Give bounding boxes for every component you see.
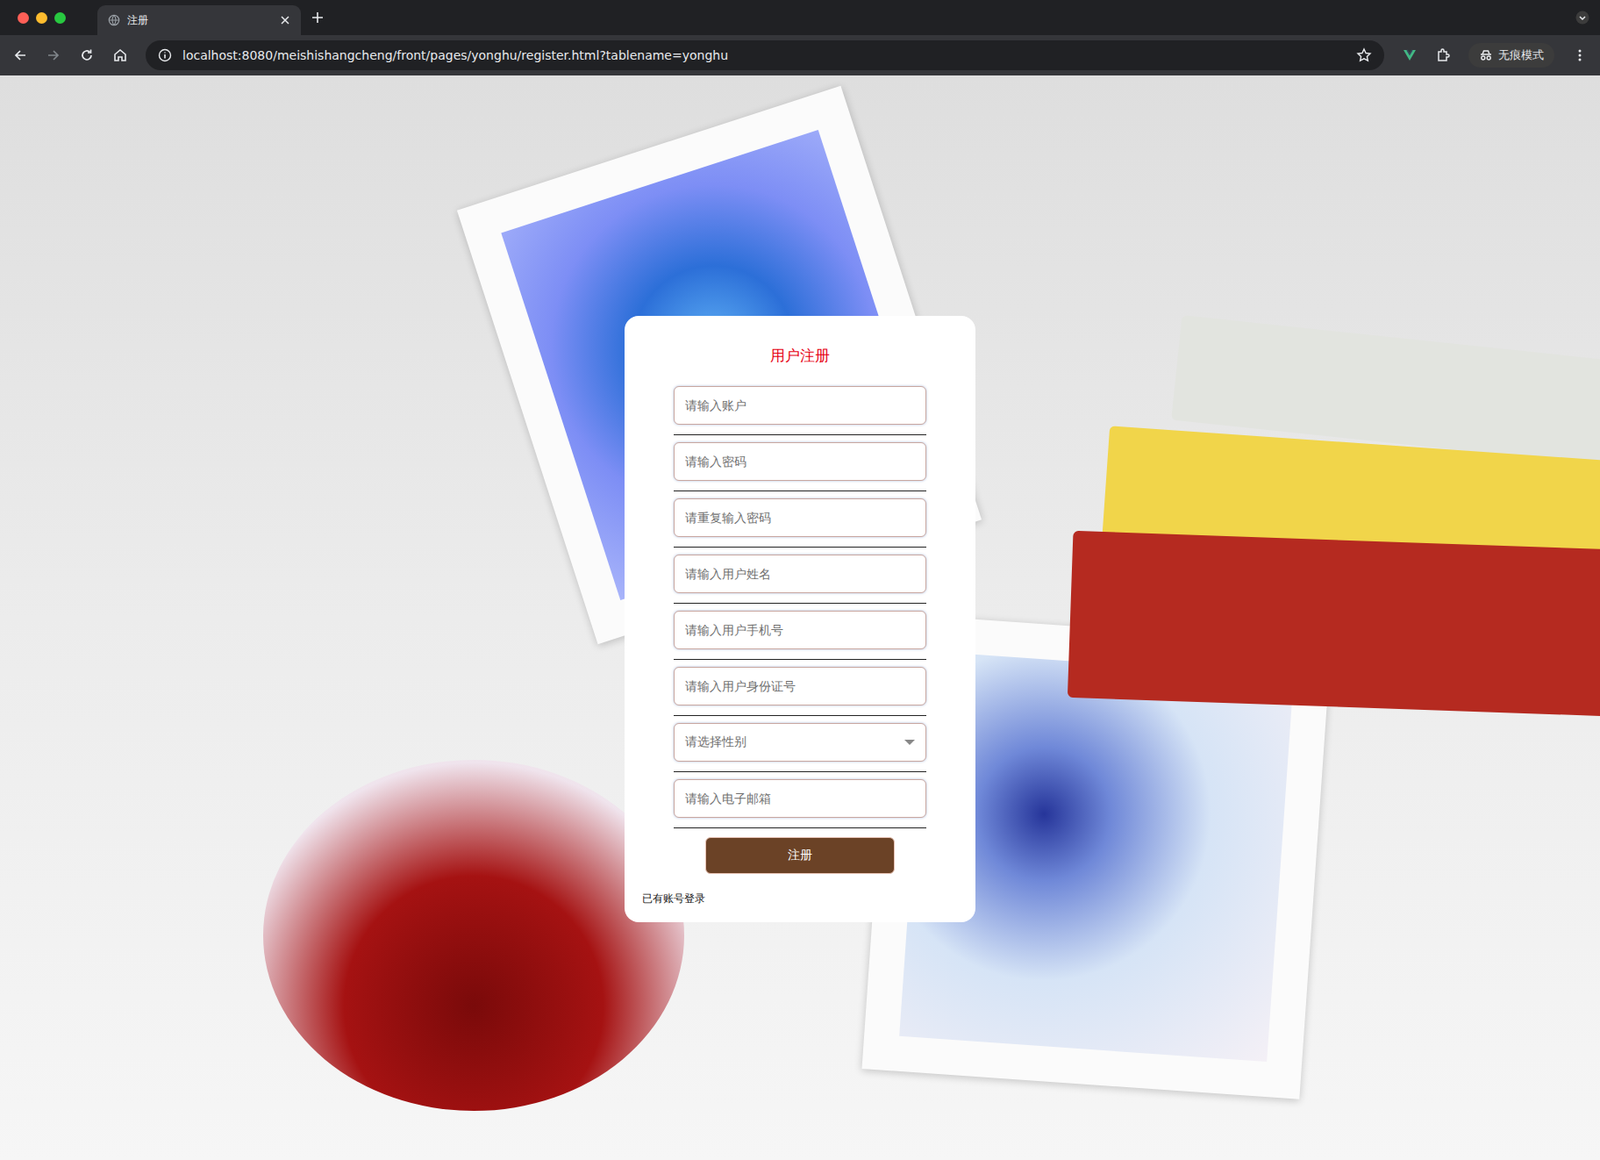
form-row [673,610,927,667]
text-input[interactable] [673,498,927,537]
form-title: 用户注册 [770,345,830,365]
form-row [673,498,927,555]
field-underline [673,546,927,548]
field-underline [673,771,927,772]
form-row [673,442,927,499]
tab-title: 注册 [127,13,273,29]
home-icon[interactable] [112,47,129,64]
form-row [673,385,927,443]
select-placeholder: 请选择性别 [685,734,747,750]
url-text: localhost:8080/meishishangcheng/front/pa… [182,48,1346,63]
extensions-icon[interactable] [1435,47,1451,64]
login-link[interactable]: 已有账号登录 [642,891,706,907]
gender-select[interactable]: 请选择性别 [673,722,927,762]
text-input[interactable] [673,442,927,481]
incognito-icon [1478,48,1493,63]
form-row: 请选择性别 [673,722,927,779]
text-input[interactable] [673,554,927,593]
new-tab-icon[interactable] [311,11,324,24]
field-underline [673,827,927,829]
dropdown-caret-icon [904,739,915,745]
field-underline [673,490,927,492]
back-icon[interactable] [12,47,29,64]
close-tab-icon[interactable] [279,14,291,26]
reload-icon[interactable] [78,47,95,64]
text-input[interactable] [673,778,927,818]
field-underline [673,602,927,604]
register-card: 用户注册请选择性别注册已有账号登录 [624,315,976,922]
register-button[interactable]: 注册 [705,836,895,874]
browser-window: 注册 localhost:8080/meishishangcheng/front/… [0,0,1600,1160]
incognito-badge[interactable]: 无痕模式 [1468,42,1555,68]
toolbar: localhost:8080/meishishangcheng/front/pa… [0,35,1600,76]
page-content: 用户注册请选择性别注册已有账号登录 [0,75,1600,1160]
tab-strip: 注册 [0,0,1600,36]
vue-devtools-icon[interactable] [1401,47,1418,64]
field-underline [673,434,927,436]
tab-search-icon[interactable] [1575,10,1590,25]
globe-icon [107,14,121,27]
form-row [673,666,927,723]
text-input[interactable] [673,385,927,425]
field-underline [673,714,927,716]
address-bar[interactable]: localhost:8080/meishishangcheng/front/pa… [145,40,1385,71]
form-row [673,554,927,611]
window-controls [17,12,66,24]
close-window-button[interactable] [17,12,29,24]
forward-icon[interactable] [45,47,62,64]
field-underline [673,658,927,660]
minimize-window-button[interactable] [35,12,48,24]
browser-tab[interactable]: 注册 [97,5,301,36]
site-info-icon[interactable] [157,48,172,63]
text-input[interactable] [673,610,927,650]
form-row [673,778,927,836]
incognito-label: 无痕模式 [1498,47,1544,64]
zoom-window-button[interactable] [54,12,66,24]
bookmark-star-icon[interactable] [1356,47,1372,64]
text-input[interactable] [673,666,927,706]
menu-icon[interactable] [1571,47,1588,64]
